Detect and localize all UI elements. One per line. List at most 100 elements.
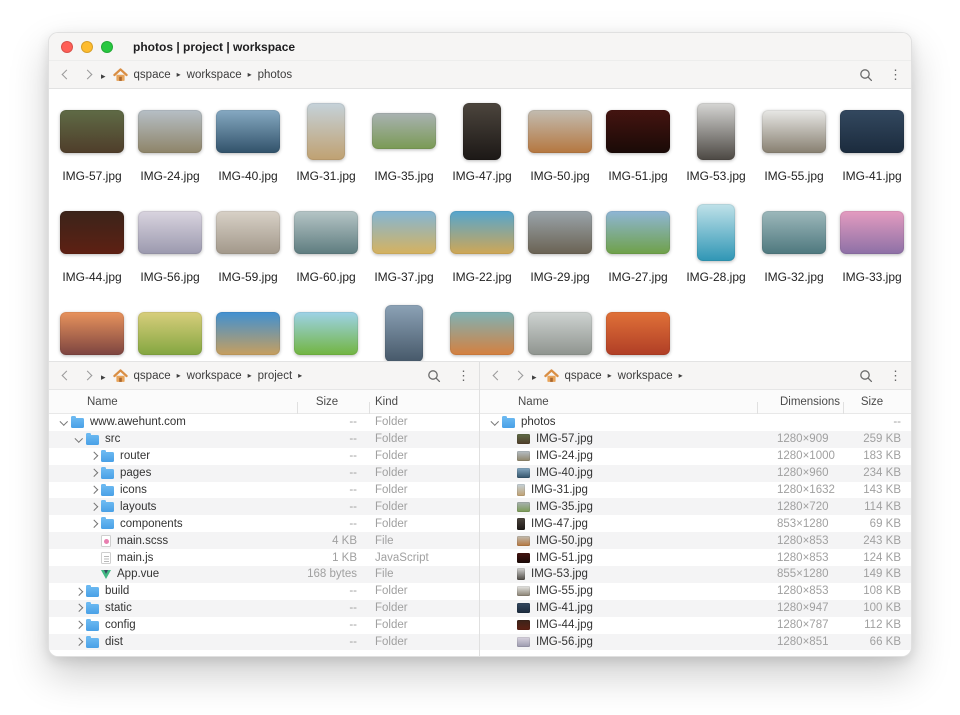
photo-item[interactable] (521, 301, 599, 361)
photo-item[interactable]: IMG-31.jpg (287, 99, 365, 184)
column-header-kind[interactable]: Kind (369, 396, 469, 408)
photo-thumbnail[interactable] (606, 211, 670, 254)
column-header-size[interactable]: Size (297, 396, 357, 408)
forward-icon[interactable] (83, 371, 93, 381)
photo-list-row[interactable]: IMG-55.jpg 1280×853 108 KB (480, 583, 911, 600)
photo-thumbnail[interactable] (294, 312, 358, 355)
disclosure-chevron-icon[interactable] (72, 437, 86, 443)
disclosure-chevron-icon[interactable] (72, 605, 86, 611)
back-icon[interactable] (493, 371, 503, 381)
file-tree-row[interactable]: router -- Folder (49, 448, 479, 465)
photo-thumbnail[interactable] (697, 103, 735, 160)
photo-item[interactable]: IMG-28.jpg (677, 200, 755, 285)
photo-thumbnail[interactable] (762, 211, 826, 254)
breadcrumb-item[interactable]: workspace (187, 69, 258, 81)
photo-thumbnail[interactable] (840, 211, 904, 254)
photo-item[interactable] (131, 301, 209, 361)
breadcrumb-item[interactable]: qspace (134, 370, 187, 382)
zoom-button[interactable] (101, 41, 113, 53)
search-icon[interactable] (859, 68, 873, 82)
breadcrumb-item[interactable]: project (258, 370, 309, 382)
photo-item[interactable]: IMG-51.jpg (599, 99, 677, 184)
photo-item[interactable]: IMG-37.jpg (365, 200, 443, 285)
photo-item[interactable] (443, 301, 521, 361)
forward-icon[interactable] (83, 70, 93, 80)
photo-thumbnail[interactable] (697, 204, 735, 261)
titlebar[interactable]: photos | project | workspace (49, 33, 911, 61)
photo-item[interactable]: IMG-35.jpg (365, 99, 443, 184)
photo-item[interactable] (53, 301, 131, 361)
home-icon[interactable] (113, 369, 128, 383)
photo-thumbnail[interactable] (840, 110, 904, 153)
photo-list-row[interactable]: IMG-50.jpg 1280×853 243 KB (480, 532, 911, 549)
search-icon[interactable] (859, 369, 873, 383)
photo-item[interactable]: IMG-32.jpg (755, 200, 833, 285)
file-tree-row[interactable]: icons -- Folder (49, 482, 479, 499)
search-icon[interactable] (427, 369, 441, 383)
photo-item[interactable]: IMG-55.jpg (755, 99, 833, 184)
photo-item[interactable]: IMG-53.jpg (677, 99, 755, 184)
photo-item[interactable]: IMG-41.jpg (833, 99, 911, 184)
disclosure-chevron-icon[interactable] (72, 589, 86, 595)
file-tree-row[interactable]: static -- Folder (49, 600, 479, 617)
photo-item[interactable]: IMG-60.jpg (287, 200, 365, 285)
photo-thumbnail[interactable] (60, 312, 124, 355)
photo-list-row[interactable]: IMG-31.jpg 1280×1632 143 KB (480, 482, 911, 499)
photo-thumbnail[interactable] (450, 211, 514, 254)
file-tree-row[interactable]: pages -- Folder (49, 465, 479, 482)
photo-list-row[interactable]: IMG-35.jpg 1280×720 114 KB (480, 498, 911, 515)
column-header-dimensions[interactable]: Dimensions (757, 396, 843, 408)
disclosure-chevron-icon[interactable] (87, 470, 101, 476)
photo-thumbnail[interactable] (294, 211, 358, 254)
photo-thumbnail[interactable] (606, 110, 670, 153)
disclosure-chevron-icon[interactable] (87, 504, 101, 510)
photo-thumbnail[interactable] (762, 110, 826, 153)
photo-item[interactable]: IMG-44.jpg (53, 200, 131, 285)
photo-thumbnail[interactable] (216, 312, 280, 355)
forward-icon[interactable] (514, 371, 524, 381)
photo-item[interactable] (287, 301, 365, 361)
photo-list-row[interactable]: photos -- (480, 414, 911, 431)
breadcrumb-item[interactable]: qspace (134, 69, 187, 81)
photo-item[interactable]: IMG-47.jpg (443, 99, 521, 184)
file-tree-row[interactable]: www.awehunt.com -- Folder (49, 414, 479, 431)
photo-list-row[interactable]: IMG-53.jpg 855×1280 149 KB (480, 566, 911, 583)
disclosure-chevron-icon[interactable] (87, 487, 101, 493)
home-icon[interactable] (544, 369, 559, 383)
file-tree-row[interactable]: build -- Folder (49, 583, 479, 600)
file-tree-row[interactable]: App.vue 168 bytes File (49, 566, 479, 583)
photo-item[interactable]: IMG-27.jpg (599, 200, 677, 285)
photo-list-row[interactable]: IMG-56.jpg 1280×851 66 KB (480, 634, 911, 651)
photo-thumbnail[interactable] (606, 312, 670, 355)
photo-thumbnail[interactable] (528, 312, 592, 355)
photo-thumbnail[interactable] (450, 312, 514, 355)
photo-thumbnail[interactable] (216, 211, 280, 254)
photo-thumbnail[interactable] (216, 110, 280, 153)
minimize-button[interactable] (81, 41, 93, 53)
photo-thumbnail[interactable] (138, 312, 202, 355)
photo-item[interactable]: IMG-56.jpg (131, 200, 209, 285)
photo-item[interactable]: IMG-22.jpg (443, 200, 521, 285)
close-button[interactable] (61, 41, 73, 53)
file-tree-row[interactable]: src -- Folder (49, 431, 479, 448)
column-header-name[interactable]: Name (488, 396, 745, 408)
disclosure-chevron-icon[interactable] (72, 622, 86, 628)
file-tree-row[interactable]: components -- Folder (49, 515, 479, 532)
home-icon[interactable] (113, 68, 128, 82)
photo-item[interactable]: IMG-50.jpg (521, 99, 599, 184)
photo-thumbnail[interactable] (60, 211, 124, 254)
column-header-size[interactable]: Size (843, 396, 901, 408)
breadcrumb-item[interactable]: photos (258, 69, 293, 81)
disclosure-chevron-icon[interactable] (57, 420, 71, 426)
photo-list-row[interactable]: IMG-44.jpg 1280×787 112 KB (480, 617, 911, 634)
file-tree-row[interactable]: config -- Folder (49, 617, 479, 634)
photo-thumbnail[interactable] (528, 211, 592, 254)
file-tree-row[interactable]: main.js 1 KB JavaScript (49, 549, 479, 566)
photo-item[interactable]: IMG-40.jpg (209, 99, 287, 184)
breadcrumb-item[interactable]: workspace (187, 370, 258, 382)
disclosure-chevron-icon[interactable] (488, 420, 502, 426)
breadcrumb-item[interactable]: qspace (565, 370, 618, 382)
photo-thumbnail[interactable] (372, 113, 436, 149)
photo-list-row[interactable]: IMG-41.jpg 1280×947 100 KB (480, 600, 911, 617)
photo-thumbnail[interactable] (372, 211, 436, 254)
